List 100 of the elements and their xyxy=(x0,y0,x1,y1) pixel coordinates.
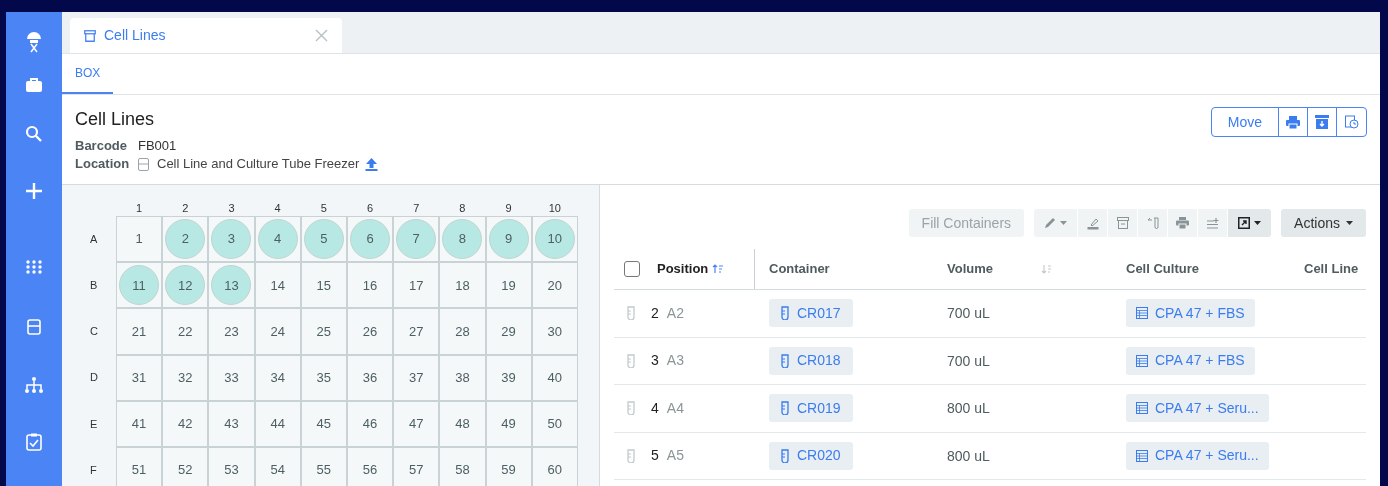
sort-icon[interactable] xyxy=(712,264,725,274)
checkbox[interactable] xyxy=(624,261,640,277)
column-header[interactable]: Cell Culture xyxy=(1126,259,1199,279)
grid-well[interactable]: 24 xyxy=(254,308,301,355)
grid-well[interactable]: 15 xyxy=(300,262,347,309)
tab[interactable]: Cell Lines xyxy=(70,18,342,53)
grid-well[interactable]: 23 xyxy=(208,308,255,355)
clipboard-icon[interactable] xyxy=(26,433,42,451)
grid-well[interactable]: 16 xyxy=(346,262,394,309)
grid-well[interactable]: 20 xyxy=(531,262,578,309)
grid-well[interactable]: 45 xyxy=(300,400,347,447)
grid-well[interactable]: 41 xyxy=(116,400,163,447)
grid-well[interactable]: 51 xyxy=(116,446,163,486)
container-link[interactable]: CR017 xyxy=(769,299,853,328)
plus-icon[interactable] xyxy=(25,182,43,200)
table-icon xyxy=(1136,307,1148,320)
grid-well[interactable]: 26 xyxy=(346,308,394,355)
grid-well[interactable]: 2 xyxy=(162,216,209,263)
grid-well[interactable]: 1 xyxy=(116,216,163,263)
grid-well[interactable]: 4 xyxy=(254,216,301,263)
container-link[interactable]: CR020 xyxy=(769,441,853,470)
grid-well[interactable]: 38 xyxy=(439,354,486,401)
grid-well[interactable]: 32 xyxy=(162,354,209,401)
column-header[interactable]: Container xyxy=(769,259,830,279)
grid-well[interactable]: 27 xyxy=(393,308,440,355)
printer-icon xyxy=(1176,217,1190,229)
edit-dropdown-button[interactable] xyxy=(1034,209,1078,237)
print-button[interactable] xyxy=(1168,209,1198,237)
grid-well[interactable]: 25 xyxy=(300,308,347,355)
grid-well[interactable]: 36 xyxy=(346,354,394,401)
briefcase-icon[interactable] xyxy=(25,77,43,93)
grid-well[interactable]: 6 xyxy=(346,216,394,263)
grid-well[interactable]: 52 xyxy=(162,446,209,486)
stamp-button[interactable] xyxy=(1078,209,1108,237)
grid-well[interactable]: 21 xyxy=(116,308,163,355)
close-icon[interactable] xyxy=(315,29,328,42)
table-row[interactable]: 4 A4 CR019 800 uL CPA 47 + Seru... xyxy=(614,385,1366,433)
grid-well[interactable]: 60 xyxy=(531,446,578,486)
grid-well[interactable]: 5 xyxy=(300,216,347,263)
grid-well[interactable]: 13 xyxy=(208,262,255,309)
grid-well[interactable]: 8 xyxy=(439,216,486,263)
grid-well[interactable]: 31 xyxy=(116,354,163,401)
grid-well[interactable]: 46 xyxy=(346,400,394,447)
grid-well[interactable]: 34 xyxy=(254,354,301,401)
grid-well[interactable]: 40 xyxy=(531,354,578,401)
column-header[interactable]: Cell Line xyxy=(1304,259,1359,279)
grid-well[interactable]: 7 xyxy=(393,216,440,263)
grid-well[interactable]: 30 xyxy=(531,308,578,355)
cell-culture-link[interactable]: CPA 47 + FBS xyxy=(1126,346,1255,375)
grid-well[interactable]: 19 xyxy=(485,262,532,309)
grid-well[interactable]: 57 xyxy=(393,446,440,486)
grid-well[interactable]: 47 xyxy=(393,400,440,447)
box-tab[interactable]: BOX xyxy=(62,53,114,94)
archive-button[interactable] xyxy=(1108,209,1138,237)
export-dropdown-button[interactable] xyxy=(1228,209,1272,237)
grid-well[interactable]: 56 xyxy=(346,446,394,486)
grid-well[interactable]: 9 xyxy=(485,216,532,263)
grid-well[interactable]: 14 xyxy=(254,262,301,309)
grid-well[interactable]: 44 xyxy=(254,400,301,447)
grid-well[interactable]: 39 xyxy=(485,354,532,401)
grid-well[interactable]: 53 xyxy=(208,446,255,486)
table-row[interactable]: 3 A3 CR018 700 uL CPA 47 + FBS xyxy=(614,337,1366,385)
box-icon[interactable] xyxy=(27,319,41,335)
grid-well[interactable]: 54 xyxy=(254,446,301,486)
hierarchy-icon[interactable] xyxy=(25,377,43,393)
grid-well[interactable]: 49 xyxy=(485,400,532,447)
cell-culture-link[interactable]: CPA 47 + Seru... xyxy=(1126,394,1269,423)
upload-icon[interactable] xyxy=(365,157,379,171)
grid-well[interactable]: 58 xyxy=(439,446,486,486)
search-icon[interactable] xyxy=(25,125,43,143)
list-add-button[interactable] xyxy=(1198,209,1228,237)
grid-well[interactable]: 50 xyxy=(531,400,578,447)
cell-culture-link[interactable]: CPA 47 + FBS xyxy=(1126,299,1255,328)
grid-well[interactable]: 28 xyxy=(439,308,486,355)
container-link[interactable]: CR019 xyxy=(769,394,853,423)
grid-well[interactable]: 35 xyxy=(300,354,347,401)
grid-well[interactable]: 10 xyxy=(531,216,578,263)
grid-well[interactable]: 22 xyxy=(162,308,209,355)
grid-well[interactable]: 12 xyxy=(162,262,209,309)
grid-well[interactable]: 11 xyxy=(116,262,163,309)
grid-well[interactable]: 43 xyxy=(208,400,255,447)
grid-well[interactable]: 48 xyxy=(439,400,486,447)
grid-well[interactable]: 3 xyxy=(208,216,255,263)
grid-well[interactable]: 37 xyxy=(393,354,440,401)
column-header[interactable]: Position xyxy=(657,259,709,279)
table-row[interactable]: 5 A5 CR020 800 uL CPA 47 + Seru... xyxy=(614,432,1366,480)
cell-culture-link[interactable]: CPA 47 + Seru... xyxy=(1126,441,1269,470)
grid-well[interactable]: 55 xyxy=(300,446,347,486)
grid-well[interactable]: 17 xyxy=(393,262,440,309)
table-row[interactable]: 2 A2 CR017 700 uL CPA 47 + FBS xyxy=(614,290,1366,338)
column-header[interactable]: Volume xyxy=(947,259,993,279)
barcode-label: Barcode xyxy=(75,137,129,155)
actions-dropdown-button[interactable]: Actions xyxy=(1281,209,1366,237)
grid-well[interactable]: 42 xyxy=(162,400,209,447)
grid-well[interactable]: 33 xyxy=(208,354,255,401)
grid-well[interactable]: 59 xyxy=(485,446,532,486)
grid-well[interactable]: 18 xyxy=(439,262,486,309)
grid-icon[interactable] xyxy=(25,260,43,274)
container-link[interactable]: CR018 xyxy=(769,346,853,375)
grid-well[interactable]: 29 xyxy=(485,308,532,355)
